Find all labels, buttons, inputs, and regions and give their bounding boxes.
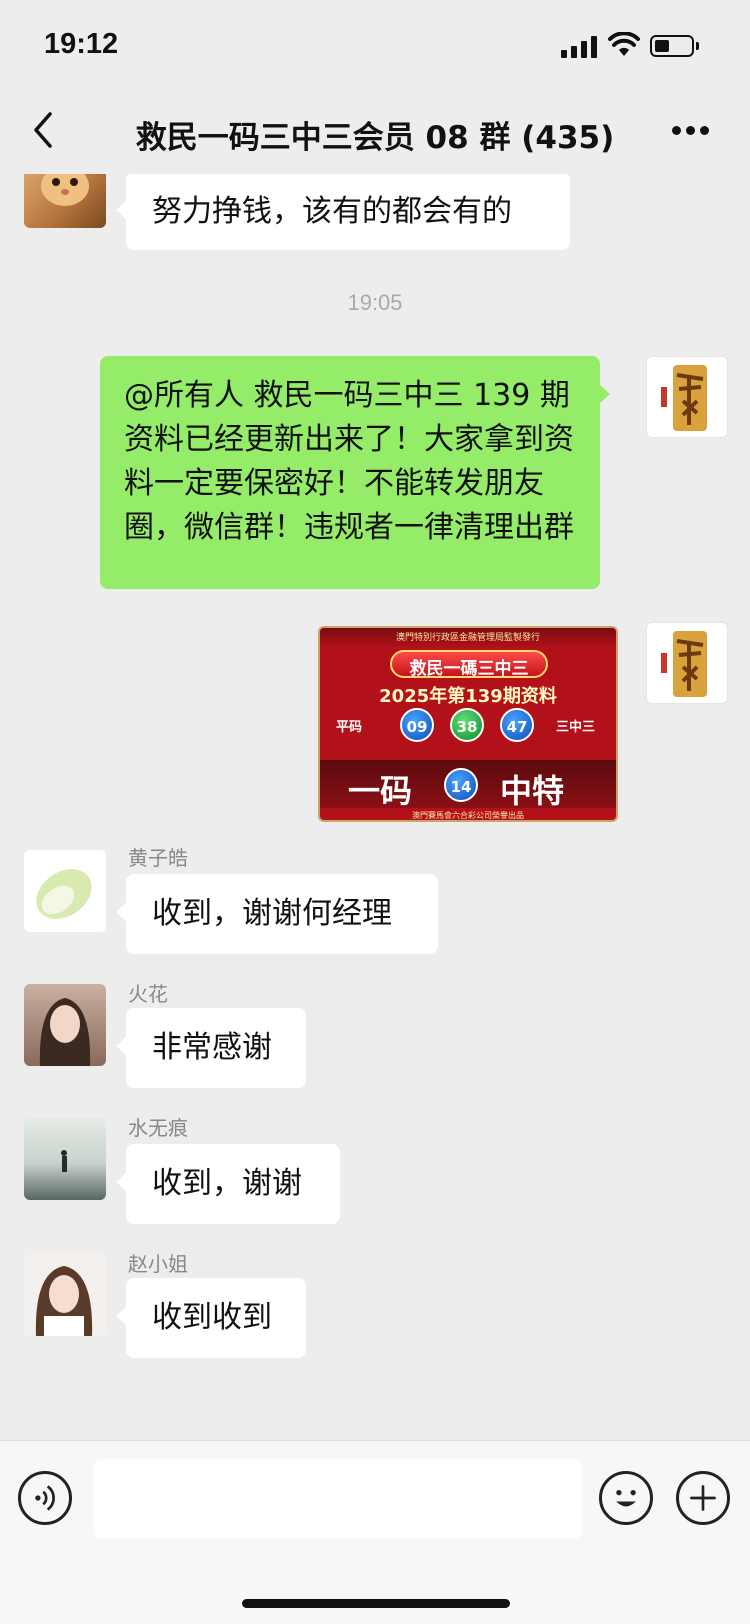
poster-header: 澳門特別行政區金融管理局監製發行 <box>395 633 540 643</box>
sender-name: 赵小姐 <box>128 1252 188 1276</box>
nav-bar: 救民一码三中三会员 08 群 (435) <box>0 90 750 174</box>
portrait-photo <box>35 1266 93 1336</box>
home-indicator <box>242 1599 510 1608</box>
message-text: 收到收到 <box>152 1300 272 1335</box>
wifi-icon <box>608 32 640 56</box>
message-text: 努力挣钱，该有的都会有的 <box>152 194 512 229</box>
message-timestamp: 19:05 <box>347 290 403 315</box>
poster-subtitle: 2025年第139期资料 <box>379 686 557 707</box>
poster-big-left: 一码 <box>348 772 413 810</box>
message-text: 收到，谢谢何经理 <box>152 896 392 931</box>
emoji-icon[interactable] <box>599 1471 653 1525</box>
special-ball: 14 <box>444 768 478 802</box>
message-bubble[interactable]: 努力挣钱，该有的都会有的 <box>116 174 570 250</box>
status-bar: 19:12 <box>0 0 750 90</box>
battery-icon <box>650 35 694 57</box>
message-bubble[interactable]: 非常感谢 <box>116 1008 306 1088</box>
plus-icon[interactable] <box>676 1471 730 1525</box>
portrait-photo <box>39 998 91 1066</box>
avatar-self[interactable] <box>646 356 728 438</box>
sender-name: 黄子皓 <box>128 846 188 870</box>
message-input[interactable] <box>94 1459 582 1539</box>
avatar-cat[interactable] <box>24 174 106 228</box>
outgoing-message-bubble[interactable]: @所有人 救民一码三中三 139 期资料已经更新出来了！大家拿到资料一定要保密好… <box>100 356 610 589</box>
lottery-poster-image[interactable]: 澳門特別行政區金融管理局監製發行 救民一碼三中三 2025年第139期资料 平码… <box>318 626 618 822</box>
cat-photo <box>41 174 89 206</box>
chat-title: 救民一码三中三会员 08 群 (435) <box>135 120 615 156</box>
message-bubble[interactable]: 收到，谢谢 <box>116 1144 340 1224</box>
more-options-icon[interactable] <box>672 126 710 136</box>
number-ball: 38 <box>450 708 484 742</box>
voice-input-icon[interactable] <box>18 1471 72 1525</box>
avatar-cabbage[interactable] <box>24 850 106 932</box>
battery-tip <box>696 42 699 50</box>
avatar-seaside[interactable] <box>24 1118 106 1200</box>
number-ball: 09 <box>400 708 434 742</box>
message-text: 收到，谢谢 <box>152 1166 302 1201</box>
avatar-woman[interactable] <box>24 984 106 1066</box>
poster-footer: 澳門賽馬會六合彩公司榮譽出品 <box>412 811 524 820</box>
avatar-woman[interactable] <box>24 1254 106 1336</box>
poster-left-label: 平码 <box>336 720 363 735</box>
avatar-self[interactable] <box>646 622 728 704</box>
poster-big-right: 中特 <box>500 772 565 810</box>
message-bubble[interactable]: 收到，谢谢何经理 <box>116 874 438 954</box>
cellular-signal-icon <box>561 36 597 58</box>
status-time: 19:12 <box>44 28 119 60</box>
message-text: 非常感谢 <box>152 1030 272 1065</box>
chat-messages[interactable]: 努力挣钱，该有的都会有的 19:05 @所有人 救民一码三中三 139 期资料已… <box>0 174 750 1440</box>
message-bubble[interactable]: 收到收到 <box>116 1278 306 1358</box>
calligraphy-logo <box>661 631 707 697</box>
input-bar <box>0 1440 750 1624</box>
calligraphy-logo <box>661 365 707 431</box>
message-text: @所有人 救民一码三中三 139 期资料已经更新出来了！大家拿到资料一定要保密好… <box>124 378 574 545</box>
sender-name: 水无痕 <box>128 1116 188 1140</box>
seaside-photo <box>61 1150 67 1172</box>
poster-title: 救民一碼三中三 <box>409 659 529 679</box>
number-ball: 47 <box>500 708 534 742</box>
poster-title-box: 救民一碼三中三 <box>390 650 548 679</box>
cabbage-photo <box>36 869 92 919</box>
poster-right-label: 三中三 <box>556 720 596 735</box>
sender-name: 火花 <box>128 982 168 1006</box>
